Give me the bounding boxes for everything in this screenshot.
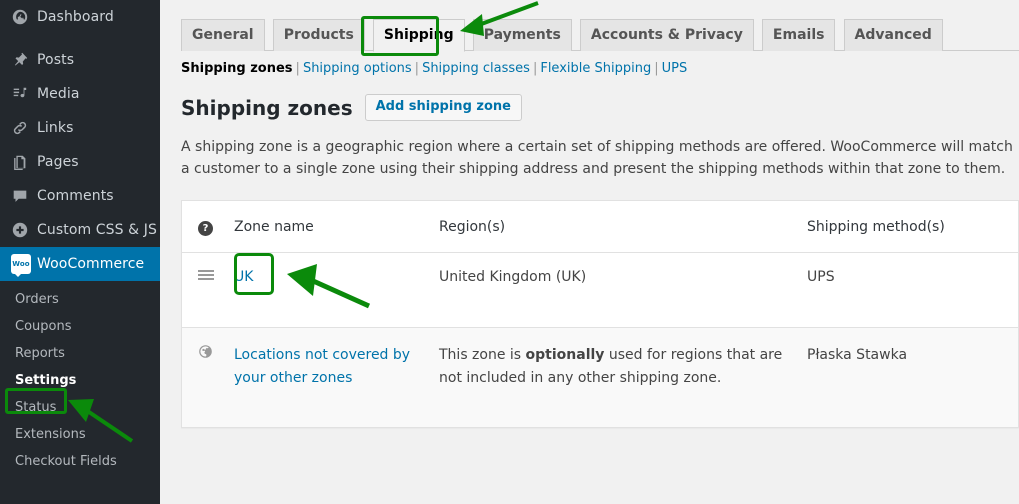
dashboard-icon (11, 7, 37, 27)
row-regions-cell: United Kingdom (UK) (429, 252, 797, 329)
table-row[interactable]: Locations not covered by your other zone… (181, 327, 1019, 428)
subnav-separator: | (295, 61, 300, 76)
woocommerce-submenu: Orders Coupons Reports Settings Status E… (0, 281, 160, 476)
submenu-item-checkout-fields[interactable]: Checkout Fields (0, 449, 160, 476)
row-globe-cell (182, 328, 225, 428)
column-header-sort: ? (181, 200, 224, 254)
table-header: ? Zone name Region(s) Shipping method(s) (181, 200, 1019, 254)
page-description: A shipping zone is a geographic region w… (181, 139, 1013, 177)
zone-link-locations-not-covered[interactable]: Locations not covered by your other zone… (234, 347, 410, 385)
column-header-zone-name: Zone name (224, 200, 429, 254)
sidebar-item-label: Dashboard (37, 9, 114, 25)
sidebar-item-pages[interactable]: Pages (0, 145, 160, 179)
tab-accounts-privacy[interactable]: Accounts & Privacy (579, 19, 754, 51)
sidebar-menu: Dashboard Posts Media Links Pages Commen… (0, 0, 168, 476)
zone-link-uk[interactable]: UK (234, 269, 253, 285)
table-body: UK United Kingdom (UK) UPS Locations not… (181, 252, 1019, 428)
comment-icon (11, 186, 37, 206)
tab-emails[interactable]: Emails (761, 19, 836, 51)
sidebar-item-media[interactable]: Media (0, 77, 160, 111)
column-header-shipping-methods: Shipping method(s) (797, 200, 1019, 254)
subnav-shipping-zones[interactable]: Shipping zones (181, 61, 293, 76)
tab-advanced[interactable]: Advanced (843, 19, 943, 51)
sidebar-item-label: Pages (37, 154, 79, 170)
sidebar-item-comments[interactable]: Comments (0, 179, 160, 213)
shipping-zones-table: ? Zone name Region(s) Shipping method(s)… (181, 200, 1019, 429)
subnav-separator: | (414, 61, 420, 76)
sidebar-item-label: Custom CSS & JS (37, 222, 157, 238)
column-header-regions: Region(s) (429, 200, 797, 254)
tab-payments[interactable]: Payments (472, 19, 572, 51)
sidebar-divider (0, 34, 160, 43)
sidebar-item-label: Links (37, 120, 74, 136)
sidebar-item-woocommerce[interactable]: Woo WooCommerce (0, 247, 168, 281)
sidebar-item-posts[interactable]: Posts (0, 43, 160, 77)
sidebar-item-label: Comments (37, 188, 114, 204)
sidebar-item-label: Posts (37, 52, 75, 68)
settings-tab-bar: General Products Shipping Payments Accou… (181, 18, 1019, 52)
regions-text-bold: optionally (525, 347, 605, 364)
subnav-shipping-classes[interactable]: Shipping classes (422, 61, 530, 76)
sidebar-item-custom-css-js[interactable]: Custom CSS & JS (0, 213, 160, 247)
main-content: General Products Shipping Payments Accou… (160, 0, 1019, 504)
submenu-item-settings[interactable]: Settings (0, 368, 160, 395)
tab-general[interactable]: General (181, 19, 265, 51)
subnav-separator: | (654, 61, 659, 76)
table-row[interactable]: UK United Kingdom (UK) UPS (181, 252, 1019, 329)
shipping-subnav: Shipping zones | Shipping options | Shipping… (181, 60, 1019, 78)
sidebar-item-label: WooCommerce (37, 256, 145, 272)
subnav-flexible-shipping[interactable]: Flexible Shipping (540, 61, 651, 76)
subnav-ups[interactable]: UPS (662, 61, 688, 76)
link-icon (11, 118, 37, 138)
submenu-item-status[interactable]: Status (0, 395, 160, 422)
subnav-shipping-options[interactable]: Shipping options (303, 61, 412, 76)
help-icon[interactable]: ? (198, 221, 213, 237)
sidebar-item-dashboard[interactable]: Dashboard (0, 0, 160, 34)
woocommerce-icon: Woo (11, 254, 37, 277)
submenu-item-reports[interactable]: Reports (0, 341, 160, 368)
screen: Dashboard Posts Media Links Pages Commen… (0, 0, 1019, 504)
row-methods-cell: Płaska Stawka (807, 347, 908, 364)
drag-handle-icon[interactable] (198, 270, 214, 281)
globe-icon (198, 344, 213, 362)
submenu-item-extensions[interactable]: Extensions (0, 422, 160, 449)
row-regions-cell: This zone is optionally used for regions… (429, 328, 797, 428)
subnav-separator: | (532, 61, 538, 76)
admin-sidebar: Dashboard Posts Media Links Pages Commen… (0, 0, 168, 504)
regions-text-prefix: This zone is (439, 347, 526, 364)
pin-icon (11, 50, 37, 70)
row-methods-cell: UPS (797, 252, 1019, 329)
sidebar-item-links[interactable]: Links (0, 111, 160, 145)
add-shipping-zone-button[interactable]: Add shipping zone (364, 94, 522, 121)
tab-products[interactable]: Products (272, 19, 365, 51)
table-header-row: ? Zone name Region(s) Shipping method(s) (181, 200, 1019, 254)
plus-circle-icon (11, 220, 37, 240)
page-title: Shipping zones (181, 95, 353, 120)
submenu-item-orders[interactable]: Orders (0, 287, 160, 314)
row-zone-name-cell: Locations not covered by your other zone… (224, 328, 429, 428)
submenu-item-coupons[interactable]: Coupons (0, 314, 160, 341)
page-header: Shipping zones Add shipping zone (181, 94, 1019, 121)
row-drag-cell[interactable] (181, 252, 224, 329)
row-zone-name-cell: UK (224, 252, 429, 329)
media-icon (11, 84, 37, 104)
pages-icon (11, 152, 37, 172)
tab-shipping[interactable]: Shipping (372, 19, 465, 52)
sidebar-item-label: Media (37, 86, 80, 102)
